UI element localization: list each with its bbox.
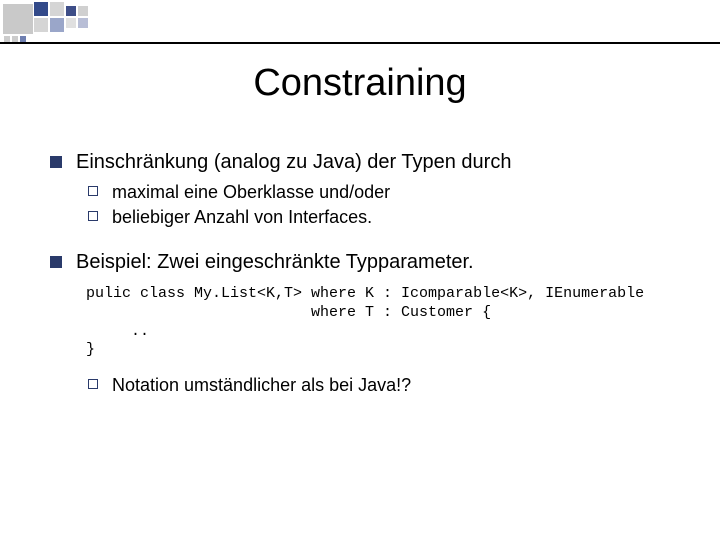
template-squares: [0, 0, 180, 60]
slide: Constraining Einschränkung (analog zu Ja…: [0, 0, 720, 540]
bullet-level1: Beispiel: Zwei eingeschränkte Typparamet…: [50, 250, 700, 275]
code-block: pulic class My.List<K,T> where K : Icomp…: [86, 285, 700, 360]
sub-bullet-group: Notation umständlicher als bei Java!?: [88, 374, 700, 397]
header-rule: [0, 42, 720, 44]
sub-bullet-group: maximal eine Oberklasse und/oder beliebi…: [88, 181, 700, 228]
slide-title: Constraining: [0, 62, 720, 105]
bullet-level2: maximal eine Oberklasse und/oder: [88, 181, 700, 204]
slide-body: Einschränkung (analog zu Java) der Typen…: [50, 150, 700, 399]
bullet-level1: Einschränkung (analog zu Java) der Typen…: [50, 150, 700, 175]
bullet-level2: beliebiger Anzahl von Interfaces.: [88, 206, 700, 229]
bullet-text: Einschränkung (analog zu Java) der Typen…: [76, 151, 511, 173]
bullet-text: maximal eine Oberklasse und/oder: [112, 182, 390, 202]
bullet-level2: Notation umständlicher als bei Java!?: [88, 374, 700, 397]
bullet-text: Beispiel: Zwei eingeschränkte Typparamet…: [76, 251, 474, 273]
bullet-text: beliebiger Anzahl von Interfaces.: [112, 207, 372, 227]
bullet-text: Notation umständlicher als bei Java!?: [112, 375, 411, 395]
